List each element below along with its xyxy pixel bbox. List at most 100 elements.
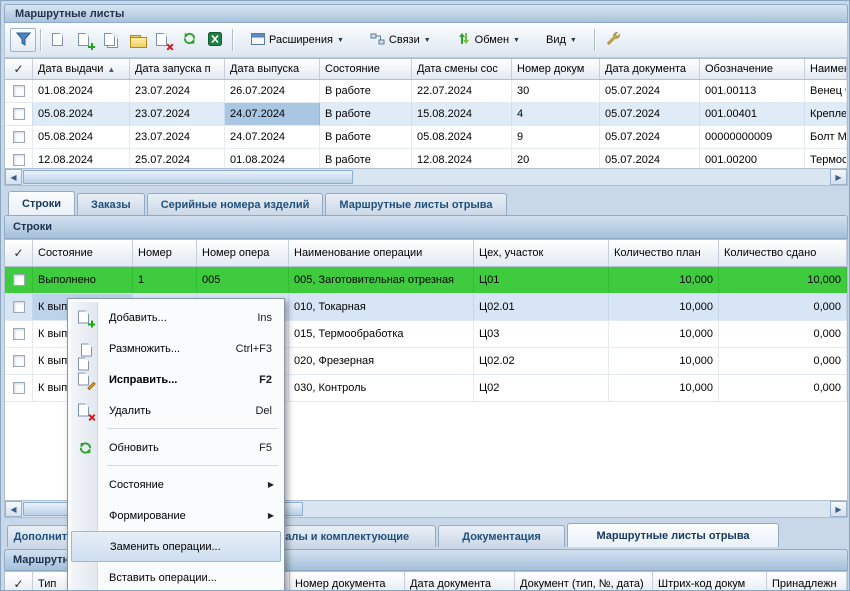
column-header-doc-date[interactable]: Дата документа (600, 59, 700, 79)
column-header-barcode[interactable]: Штрих-код докум (653, 572, 767, 591)
settings-button[interactable] (600, 28, 626, 52)
cell: Ц02.01 (474, 294, 609, 320)
column-header-number[interactable]: Номер (133, 240, 197, 266)
column-header-document[interactable]: Документ (тип, №, дата) (515, 572, 653, 591)
exchange-dropdown[interactable]: Обмен ▼ (449, 28, 528, 52)
cell: 10,000 (609, 294, 719, 320)
column-header-doc-number[interactable]: Номер документа (290, 572, 405, 591)
cell: 15.08.2024 (412, 103, 512, 125)
column-header-doc-date[interactable]: Дата документа (405, 572, 515, 591)
menu-item-insert-operations[interactable]: Вставить операции... (71, 562, 281, 591)
tab-route-sheets-detach[interactable]: Маршрутные листы отрыва (567, 523, 779, 547)
column-header-op-name[interactable]: Наименование операции (289, 240, 474, 266)
row-checkbox[interactable] (13, 274, 25, 286)
new-document-button[interactable] (46, 28, 72, 52)
scroll-right-button[interactable]: ▶ (830, 501, 847, 517)
cell: 20 (512, 149, 600, 169)
toolbar: Расширения ▼ Связи ▼ Обмен ▼ Вид ▼ (4, 23, 848, 58)
menu-item-replace-operations[interactable]: Заменить операции... (71, 531, 281, 562)
filter-button[interactable] (10, 28, 36, 52)
cell: Ц03 (474, 321, 609, 347)
table-row[interactable]: 05.08.2024 23.07.2024 24.07.2024 В работ… (5, 126, 847, 149)
table-row[interactable]: 12.08.2024 25.07.2024 01.08.2024 В работ… (5, 149, 847, 169)
cell: 005, Заготовительная отрезная (289, 267, 474, 293)
tab-route-sheets-detach[interactable]: Маршрутные листы отрыва (325, 193, 506, 215)
row-checkbox[interactable] (13, 355, 25, 367)
column-header-start-date[interactable]: Дата запуска п (130, 59, 225, 79)
cell: Венец ч (805, 80, 847, 102)
column-header-qty-plan[interactable]: Количество план (609, 240, 719, 266)
menu-item-edit[interactable]: Исправить... F2 (71, 364, 281, 395)
table-row-selected[interactable]: 05.08.2024 23.07.2024 24.07.2024 В работ… (5, 103, 847, 126)
refresh-button[interactable] (176, 28, 202, 52)
add-document-button[interactable] (72, 28, 98, 52)
tab-stroki[interactable]: Строки (8, 191, 75, 215)
delete-document-icon (156, 33, 171, 48)
column-header-designation[interactable]: Обозначение (700, 59, 805, 79)
tab-documentation[interactable]: Документация (438, 525, 565, 547)
cell: 0,000 (719, 294, 847, 320)
cell: 0,000 (719, 375, 847, 401)
cell-focused: 24.07.2024 (225, 103, 320, 125)
select-all-header[interactable]: ✓ (5, 240, 33, 266)
select-all-header[interactable]: ✓ (5, 59, 33, 79)
excel-export-button[interactable] (202, 28, 228, 52)
sort-asc-icon: ▲ (107, 65, 115, 74)
cell: В работе (320, 126, 412, 148)
delete-document-button[interactable] (150, 28, 176, 52)
scroll-left-button[interactable]: ◀ (5, 169, 22, 185)
scroll-right-icon: ▶ (835, 505, 841, 514)
open-document-button[interactable] (124, 28, 150, 52)
column-header-op-number[interactable]: Номер опера (197, 240, 289, 266)
cell: 10,000 (609, 375, 719, 401)
submenu-arrow-icon: ▶ (268, 511, 274, 520)
column-header-shop[interactable]: Цех, участок (474, 240, 609, 266)
cell: 9 (512, 126, 600, 148)
links-dropdown[interactable]: Связи ▼ (362, 28, 439, 52)
row-checkbox-cell (5, 321, 33, 347)
menu-item-duplicate[interactable]: Размножить... Ctrl+F3 (71, 333, 281, 364)
window-title: Маршрутные листы (15, 8, 124, 20)
chevron-down-icon: ▼ (570, 37, 577, 44)
menu-item-delete[interactable]: Удалить Del (71, 395, 281, 426)
menu-item-refresh[interactable]: Обновить F5 (71, 432, 281, 463)
extensions-dropdown[interactable]: Расширения ▼ (243, 28, 352, 52)
cell: 030, Контроль (289, 375, 474, 401)
column-header-doc-number[interactable]: Номер докум (512, 59, 600, 79)
row-checkbox[interactable] (13, 328, 25, 340)
scroll-left-button[interactable]: ◀ (5, 501, 22, 517)
row-checkbox[interactable] (13, 85, 25, 97)
tab-zakazy[interactable]: Заказы (77, 193, 145, 215)
cell: Крепле (805, 103, 847, 125)
menu-item-state[interactable]: Состояние ▶ (71, 469, 281, 500)
table-header: ✓ Состояние Номер Номер опера Наименован… (5, 240, 847, 267)
menu-item-add[interactable]: Добавить... Ins (71, 302, 281, 333)
wrench-icon (605, 31, 620, 49)
column-header-issue-date[interactable]: Дата выдачи▲ (33, 59, 130, 79)
column-header-name[interactable]: Наимен (805, 59, 847, 79)
column-header-release-date[interactable]: Дата выпуска (225, 59, 320, 79)
table-row[interactable]: 01.08.2024 23.07.2024 26.07.2024 В работ… (5, 80, 847, 103)
row-checkbox[interactable] (13, 108, 25, 120)
duplicate-document-button[interactable] (98, 28, 124, 52)
table-row-done[interactable]: Выполнено 1 005 005, Заготовительная отр… (5, 267, 847, 294)
scrollbar-thumb[interactable] (23, 170, 353, 184)
cell: В работе (320, 80, 412, 102)
row-checkbox[interactable] (13, 131, 25, 143)
column-header-belonging[interactable]: Принадлежн (767, 572, 847, 591)
cell: 23.07.2024 (130, 103, 225, 125)
select-all-header[interactable]: ✓ (5, 572, 33, 591)
row-checkbox[interactable] (13, 301, 25, 313)
view-dropdown[interactable]: Вид ▼ (538, 28, 585, 52)
tab-serial-numbers[interactable]: Серийные номера изделий (147, 193, 324, 215)
menu-item-forming[interactable]: Формирование ▶ (71, 500, 281, 531)
row-checkbox[interactable] (13, 382, 25, 394)
column-header-state[interactable]: Состояние (33, 240, 133, 266)
row-checkbox-cell (5, 375, 33, 401)
column-header-qty-done[interactable]: Количество сдано (719, 240, 847, 266)
excel-icon (208, 32, 222, 49)
row-checkbox[interactable] (13, 154, 25, 166)
column-header-state[interactable]: Состояние (320, 59, 412, 79)
column-header-state-change-date[interactable]: Дата смены сос (412, 59, 512, 79)
scroll-right-button[interactable]: ▶ (830, 169, 847, 185)
